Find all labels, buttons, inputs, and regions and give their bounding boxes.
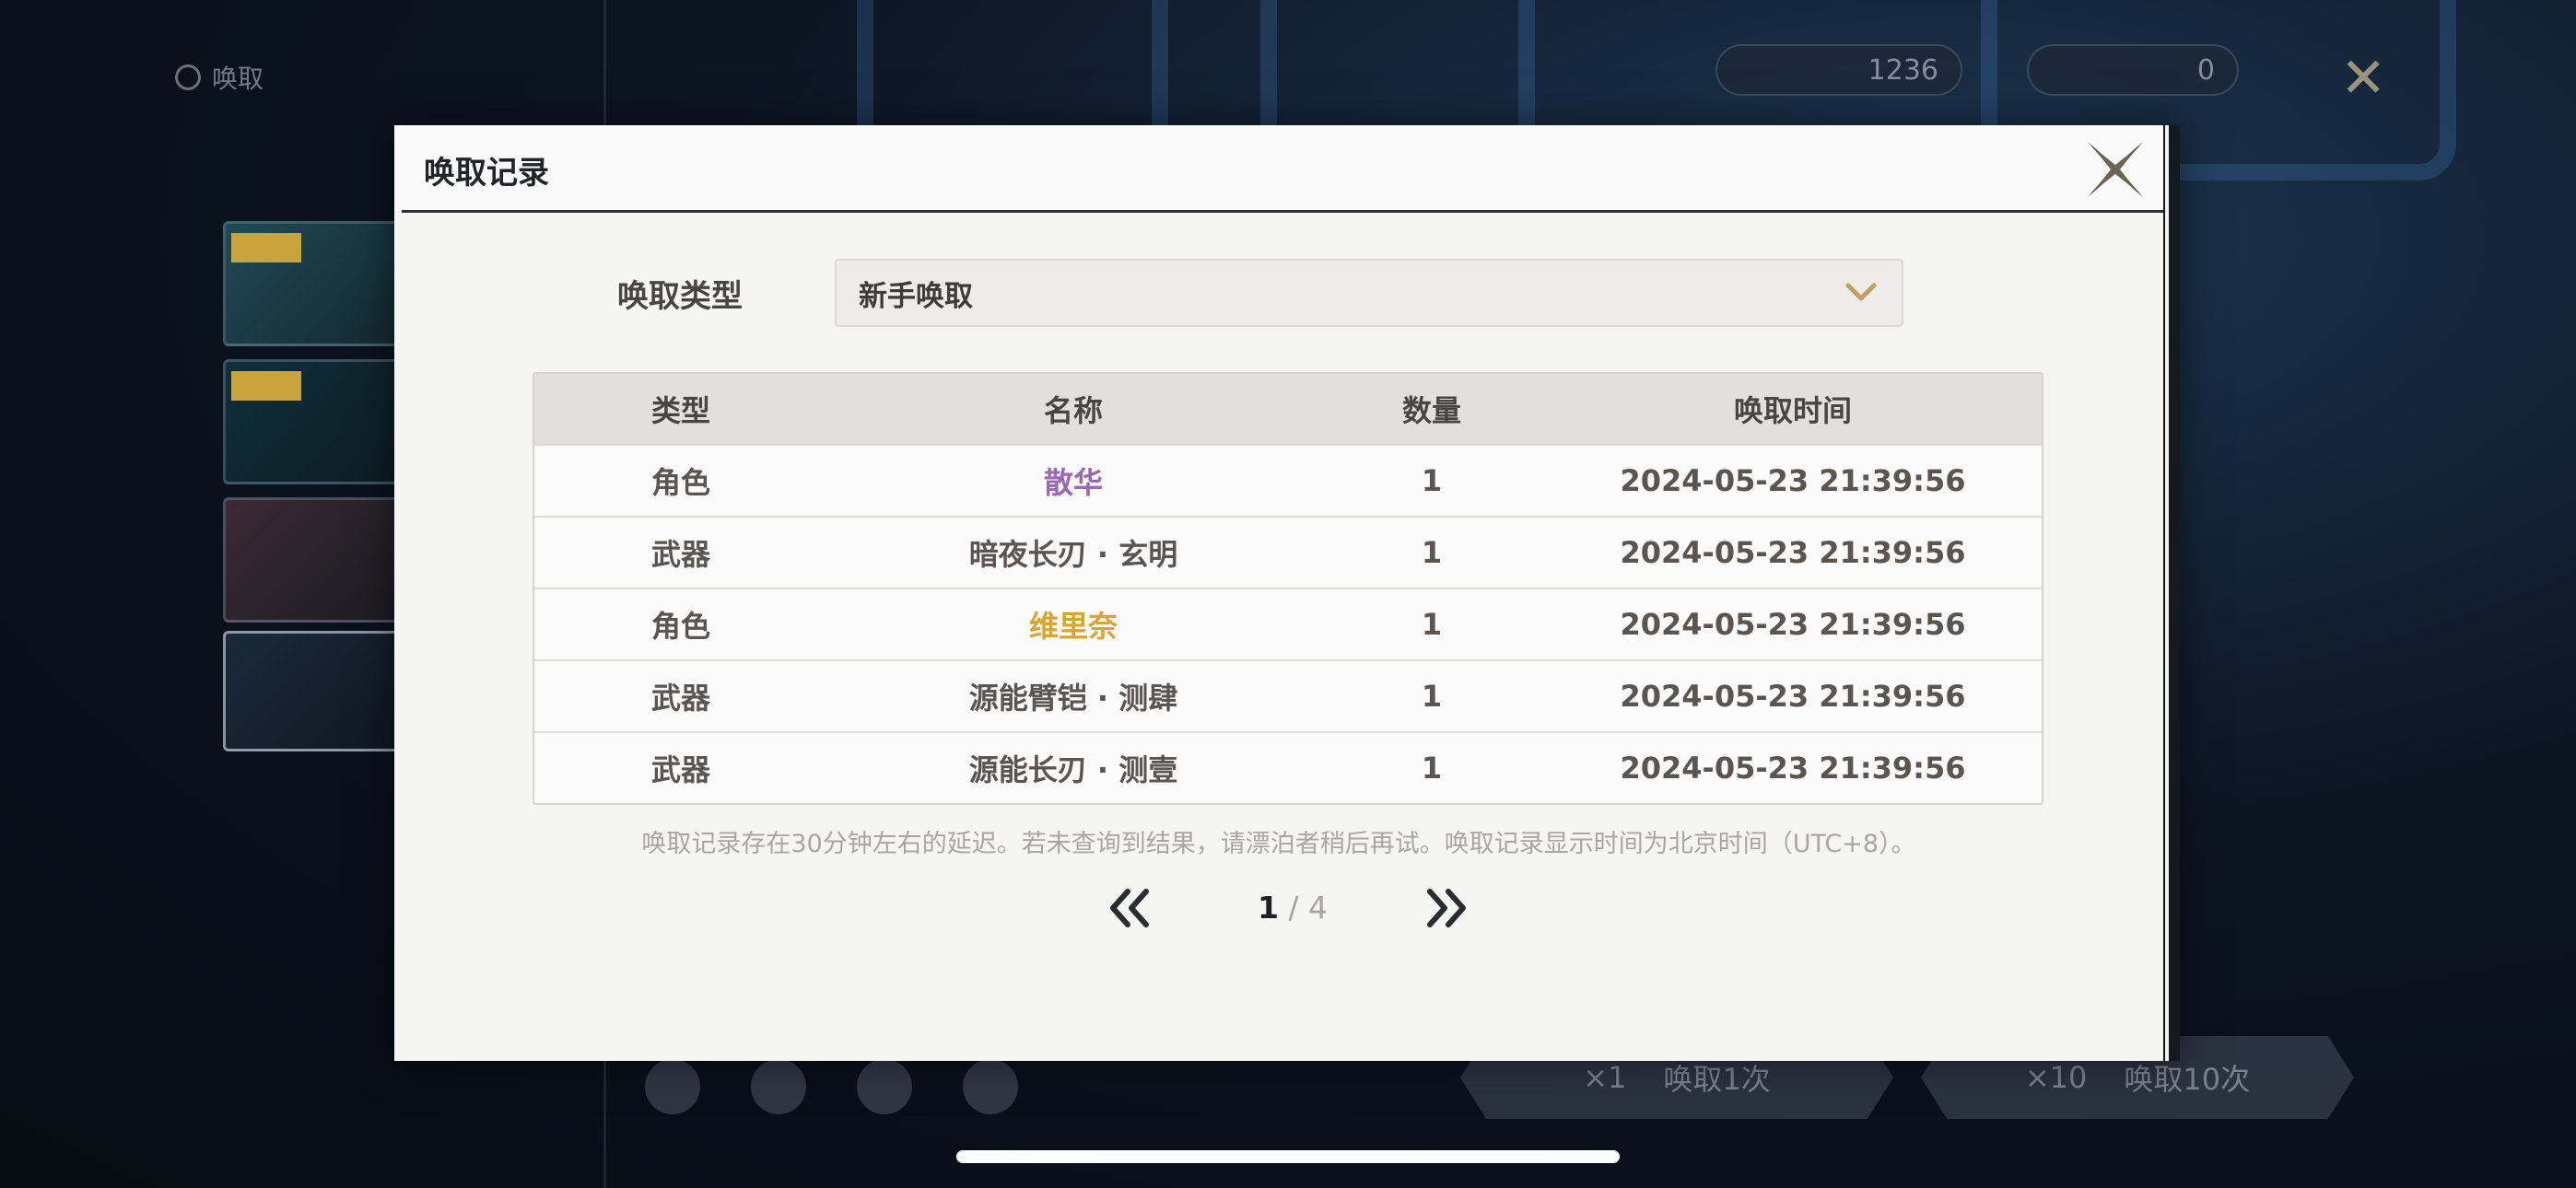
cell-quantity: 1	[1421, 607, 1443, 642]
header-type: 类型	[650, 393, 710, 428]
cell-name: 暗夜长刃 · 玄明	[968, 537, 1178, 572]
table-header: 类型 名称 数量 唤取时间	[534, 374, 2042, 444]
currency-counter[interactable]: 1236	[1715, 44, 1962, 96]
cell-name: 维里奈	[1028, 609, 1118, 644]
banner-tag	[231, 371, 301, 401]
wish-type-label: 唤取类型	[617, 278, 743, 315]
table-row: 角色 散华 1 2024-05-23 21:39:56	[534, 444, 2042, 516]
game-screen: 唤取 1236 0 ✕ ×1 唤取1次 ×10 唤取10次 唤取记录 唤取类型 …	[0, 0, 2576, 1188]
currency-1-value: 1236	[1868, 53, 1938, 87]
background-round-button[interactable]	[963, 1059, 1018, 1114]
table-row: 武器 源能臂铠 · 测肆 1 2024-05-23 21:39:56	[534, 659, 2042, 731]
cell-type: 武器	[650, 752, 710, 787]
pagination: 1 / 4	[394, 880, 2163, 936]
wish-label-text: 唤取	[212, 64, 264, 94]
dropdown-selected-value: 新手唤取	[859, 279, 973, 313]
header-quantity: 数量	[1401, 393, 1461, 428]
close-button[interactable]	[2084, 138, 2147, 201]
banner-thumbnail[interactable]	[223, 221, 413, 346]
banner-thumbnail[interactable]	[223, 497, 413, 623]
banner-tag	[231, 233, 301, 262]
cell-quantity: 1	[1421, 463, 1443, 498]
modal-title: 唤取记录	[424, 155, 549, 192]
page-separator: /	[1278, 890, 1309, 926]
cell-time: 2024-05-23 21:39:56	[1620, 679, 1966, 714]
wish-icon	[175, 64, 201, 90]
wish-type-dropdown[interactable]: 新手唤取	[835, 259, 1903, 327]
close-icon	[2088, 142, 2143, 197]
background-wish-label: 唤取	[175, 59, 263, 96]
modal-header: 唤取记录	[394, 125, 2163, 212]
page-indicator: 1 / 4	[1214, 890, 1371, 926]
double-chevron-left-icon	[1110, 889, 1149, 927]
currency-counter[interactable]: 0	[2027, 44, 2239, 96]
cell-type: 武器	[650, 681, 710, 716]
pull-one-cost: ×1	[1583, 1060, 1627, 1095]
cell-time: 2024-05-23 21:39:56	[1620, 535, 1966, 570]
pull-ten-cost: ×10	[2024, 1060, 2088, 1095]
cell-quantity: 1	[1421, 679, 1443, 714]
cell-time: 2024-05-23 21:39:56	[1620, 463, 1966, 498]
table-row: 武器 源能长刃 · 测壹 1 2024-05-23 21:39:56	[534, 731, 2042, 803]
cell-time: 2024-05-23 21:39:56	[1620, 607, 1966, 642]
background-round-button[interactable]	[645, 1059, 700, 1114]
background-round-button[interactable]	[857, 1059, 912, 1114]
cell-quantity: 1	[1421, 535, 1443, 570]
double-chevron-right-icon	[1427, 889, 1466, 927]
delay-notice: 唤取记录存在30分钟左右的延迟。若未查询到结果，请漂泊者稍后再试。唤取记录显示时…	[641, 830, 1916, 858]
cell-name: 源能臂铠 · 测肆	[968, 681, 1178, 716]
cell-type: 角色	[650, 609, 710, 644]
header-divider	[402, 210, 2163, 213]
current-page: 1	[1257, 890, 1279, 926]
wish-history-table: 类型 名称 数量 唤取时间 角色 散华 1 2024-05-23 21:39:5…	[533, 372, 2043, 805]
table-row: 角色 维里奈 1 2024-05-23 21:39:56	[534, 588, 2042, 659]
next-page-button[interactable]	[1423, 886, 1470, 930]
cell-time: 2024-05-23 21:39:56	[1620, 751, 1966, 786]
cell-type: 武器	[650, 537, 710, 572]
previous-page-button[interactable]	[1106, 886, 1153, 930]
cell-quantity: 1	[1421, 751, 1443, 786]
exit-icon[interactable]: ✕	[2340, 46, 2386, 111]
cell-name: 散华	[1043, 465, 1103, 500]
currency-2-value: 0	[2196, 53, 2215, 87]
pull-one-label: 唤取1次	[1663, 1062, 1771, 1097]
pull-ten-label: 唤取10次	[2124, 1062, 2251, 1097]
total-pages: 4	[1308, 890, 1329, 926]
modal-edge-decoration	[2163, 125, 2180, 1061]
wish-history-modal: 唤取记录 唤取类型 新手唤取 类型 名称 数量 唤取时间 角色 散华 1 202…	[394, 125, 2180, 1061]
cell-name: 源能长刃 · 测壹	[968, 752, 1178, 787]
table-row: 武器 暗夜长刃 · 玄明 1 2024-05-23 21:39:56	[534, 516, 2042, 588]
header-name: 名称	[1043, 393, 1103, 428]
banner-thumbnail[interactable]	[223, 359, 413, 484]
background-round-button[interactable]	[751, 1059, 806, 1114]
header-time: 唤取时间	[1733, 393, 1852, 428]
home-indicator[interactable]	[956, 1150, 1620, 1163]
cell-type: 角色	[650, 465, 710, 500]
chevron-down-icon	[1845, 283, 1877, 301]
banner-thumbnail-selected[interactable]	[223, 631, 413, 751]
